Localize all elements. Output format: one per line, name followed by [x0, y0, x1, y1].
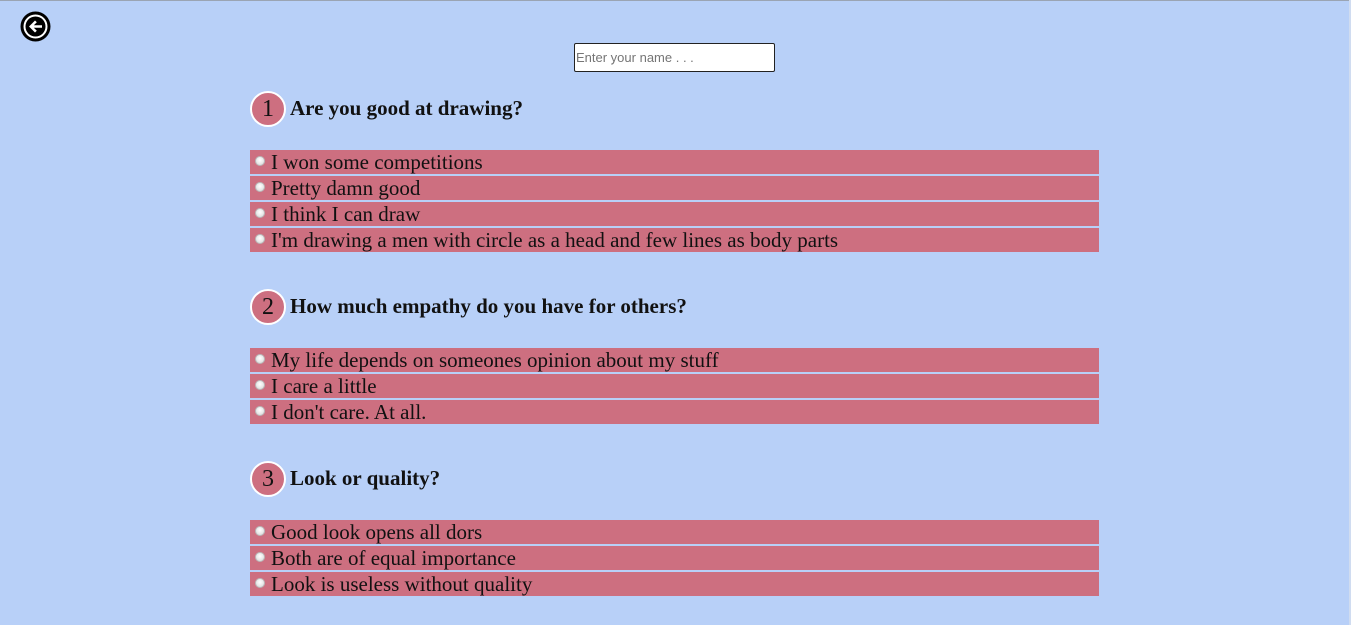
answer-label: I'm drawing a men with circle as a head …	[271, 228, 839, 252]
question-1: 1 Are you good at drawing? I won some co…	[250, 91, 1099, 252]
options-list: I won some competitions Pretty damn good…	[250, 150, 1099, 254]
question-3: 3 Look or quality? Good look opens all d…	[250, 461, 1099, 596]
question-text: Look or quality?	[290, 466, 441, 490]
radio-button-icon[interactable]	[255, 578, 265, 588]
question-2: 2 How much empathy do you have for other…	[250, 289, 1099, 424]
radio-button-icon[interactable]	[255, 156, 265, 166]
top-border	[0, 0, 1351, 1]
radio-button-icon[interactable]	[255, 182, 265, 192]
radio-button-icon[interactable]	[255, 552, 265, 562]
answer-label: I care a little	[271, 374, 377, 398]
answer-option[interactable]: My life depends on someones opinion abou…	[250, 348, 1099, 372]
options-list: My life depends on someones opinion abou…	[250, 348, 1099, 426]
radio-button-icon[interactable]	[255, 380, 265, 390]
answer-option[interactable]: I don't care. At all.	[250, 400, 1099, 424]
question-header: 3 Look or quality?	[250, 461, 1099, 497]
radio-button-icon[interactable]	[255, 234, 265, 244]
answer-label: I won some competitions	[271, 150, 483, 174]
answer-label: I think I can draw	[271, 202, 421, 226]
answer-option[interactable]: Look is useless without quality	[250, 572, 1099, 596]
radio-button-icon[interactable]	[255, 526, 265, 536]
answer-label: My life depends on someones opinion abou…	[271, 348, 719, 372]
options-list: Good look opens all dors Both are of equ…	[250, 520, 1099, 598]
answer-option[interactable]: I think I can draw	[250, 202, 1099, 226]
answer-option[interactable]: I'm drawing a men with circle as a head …	[250, 228, 1099, 252]
answer-label: Pretty damn good	[271, 176, 421, 200]
name-input[interactable]	[574, 43, 775, 72]
question-text: Are you good at drawing?	[290, 96, 523, 120]
answer-label: I don't care. At all.	[271, 400, 427, 424]
question-number-badge: 1	[250, 91, 286, 127]
answer-label: Look is useless without quality	[271, 572, 533, 596]
question-text: How much empathy do you have for others?	[290, 294, 687, 318]
radio-button-icon[interactable]	[255, 406, 265, 416]
answer-option[interactable]: I care a little	[250, 374, 1099, 398]
answer-option[interactable]: I won some competitions	[250, 150, 1099, 174]
answer-label: Both are of equal importance	[271, 546, 516, 570]
question-number-badge: 2	[250, 289, 286, 325]
answer-option[interactable]: Pretty damn good	[250, 176, 1099, 200]
question-header: 1 Are you good at drawing?	[250, 91, 1099, 127]
back-button[interactable]	[20, 11, 51, 42]
radio-button-icon[interactable]	[255, 208, 265, 218]
question-number-badge: 3	[250, 461, 286, 497]
answer-label: Good look opens all dors	[271, 520, 483, 544]
answer-option[interactable]: Good look opens all dors	[250, 520, 1099, 544]
question-header: 2 How much empathy do you have for other…	[250, 289, 1099, 325]
radio-button-icon[interactable]	[255, 354, 265, 364]
arrow-left-circle-icon	[20, 11, 51, 42]
answer-option[interactable]: Both are of equal importance	[250, 546, 1099, 570]
